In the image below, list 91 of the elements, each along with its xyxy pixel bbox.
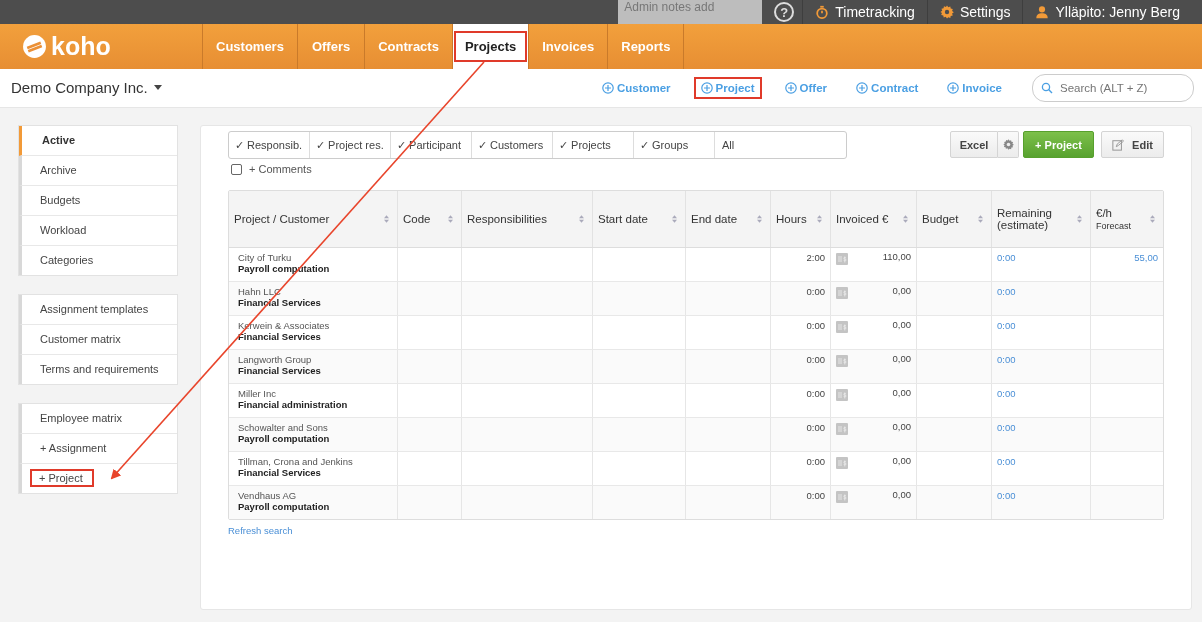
table-link[interactable]: 0:00 (992, 384, 1091, 417)
search-box[interactable]: Search (ALT + Z) (1032, 74, 1194, 102)
table-cell: 0:00 (771, 282, 831, 315)
search-icon (1041, 82, 1053, 94)
edit-icon (1112, 138, 1125, 151)
table-cell: Schowalter and Sons Payroll computation (229, 418, 398, 451)
logo-icon (22, 34, 47, 59)
highlight-box: + Project (32, 471, 92, 485)
settings-button[interactable] (998, 131, 1019, 158)
table-cell: 0,00 (892, 285, 911, 296)
sidebar-item[interactable]: Categories (19, 246, 177, 275)
invoice-icon[interactable] (836, 423, 848, 435)
table-cell: 0:00 (771, 418, 831, 451)
table-cell: 0,00 (892, 319, 911, 330)
plus-circle-icon (947, 82, 960, 94)
table-cell: 0,00 (892, 421, 911, 432)
plus-circle-icon (856, 82, 869, 94)
invoice-icon[interactable] (836, 389, 848, 401)
sidebar-item[interactable]: Employee matrix (19, 404, 177, 434)
sort-icon[interactable] (816, 214, 823, 224)
invoice-icon[interactable] (836, 457, 848, 469)
gear-icon (1002, 139, 1014, 150)
column-header[interactable]: Remaining (estimate) (992, 191, 1091, 247)
plus-circle-icon (601, 82, 614, 94)
table-cell: 0,00 (892, 455, 911, 466)
sidebar-item[interactable]: Customer matrix (19, 325, 177, 355)
table-cell: Miller Inc Financial administration (229, 384, 398, 417)
comments-checkbox[interactable]: + Comments (231, 163, 1164, 175)
sidebar-item[interactable]: Active (19, 126, 177, 156)
column-header[interactable]: Responsibilities (462, 191, 593, 247)
caret-icon[interactable] (153, 85, 162, 90)
column-header[interactable]: End date (686, 191, 771, 247)
help-button[interactable]: ? (774, 2, 795, 22)
column-header[interactable]: Start date (593, 191, 686, 247)
sort-icon[interactable] (756, 214, 763, 224)
company-dropdown[interactable]: Demo Company Inc. (11, 79, 162, 96)
table-cell: 0,00 (892, 489, 911, 500)
stopwatch-icon (815, 5, 830, 19)
table-link[interactable]: 0:00 (992, 452, 1091, 485)
invoice-icon[interactable] (836, 321, 848, 333)
sidebar-item[interactable]: Terms and requirements (19, 355, 177, 384)
column-header[interactable]: Hours (771, 191, 831, 247)
table-link[interactable]: 0:00 (992, 316, 1091, 349)
invoice-icon[interactable] (836, 253, 848, 265)
sort-icon[interactable] (1076, 214, 1083, 224)
plus-circle-icon (784, 82, 797, 94)
sidebar-item[interactable]: Archive (19, 156, 177, 186)
sidebar-item[interactable]: Budgets (19, 186, 177, 216)
sort-icon[interactable] (578, 214, 585, 224)
gear-icon (939, 5, 954, 19)
table-cell: 0,00 (892, 387, 911, 398)
table-cell: 110,00 (882, 251, 911, 262)
sidebar-item[interactable]: + Project (19, 464, 177, 493)
highlight-box: Projects (455, 33, 526, 60)
excel-button[interactable]: Excel (950, 131, 998, 158)
sort-icon[interactable] (671, 214, 678, 224)
table-cell: 0:00 (771, 452, 831, 485)
invoice-icon[interactable] (836, 491, 848, 503)
table-cell: 0:00 (771, 486, 831, 519)
table-link[interactable]: 55,00 (1091, 248, 1163, 281)
column-header[interactable]: €/h Forecast (1091, 191, 1163, 247)
sidebar-item[interactable]: + Assignment (19, 434, 177, 464)
column-header[interactable]: Code (398, 191, 462, 247)
table-cell: Vendhaus AG Payroll computation (229, 486, 398, 519)
column-header[interactable]: Budget (917, 191, 992, 247)
search-field[interactable]: Search (ALT + Z) (1058, 81, 1185, 95)
table-link[interactable]: 0:00 (992, 248, 1091, 281)
table-cell: Tillman, Crona and Jenkins Financial Services (229, 452, 398, 485)
refresh-link[interactable]: Refresh search (228, 525, 293, 536)
invoice-icon[interactable] (836, 355, 848, 367)
sidebar-item[interactable]: Workload (19, 216, 177, 246)
table-cell: 2:00 (771, 248, 831, 281)
table-cell: Langworth Group Financial Services (229, 350, 398, 383)
plus-circle-icon (700, 82, 713, 94)
invoice-icon[interactable] (836, 287, 848, 299)
column-header[interactable]: Project / Customer (229, 191, 398, 247)
sort-icon[interactable] (1149, 214, 1156, 224)
sidebar-item[interactable]: Assignment templates (19, 295, 177, 325)
table-cell: 0,00 (892, 353, 911, 364)
sort-icon[interactable] (902, 214, 909, 224)
user-icon (1035, 5, 1050, 19)
sort-icon[interactable] (383, 214, 390, 224)
table-cell: 0:00 (771, 350, 831, 383)
nav-tab[interactable]: Projects (451, 24, 529, 69)
admin-notes-field[interactable]: Admin notes add (618, 0, 763, 24)
table-cell: 0:00 (771, 384, 831, 417)
column-header[interactable]: Invoiced € (831, 191, 917, 247)
edit-button[interactable]: Edit (1101, 131, 1164, 158)
sort-icon[interactable] (977, 214, 984, 224)
sort-icon[interactable] (447, 214, 454, 224)
table-cell: 0:00 (771, 316, 831, 349)
